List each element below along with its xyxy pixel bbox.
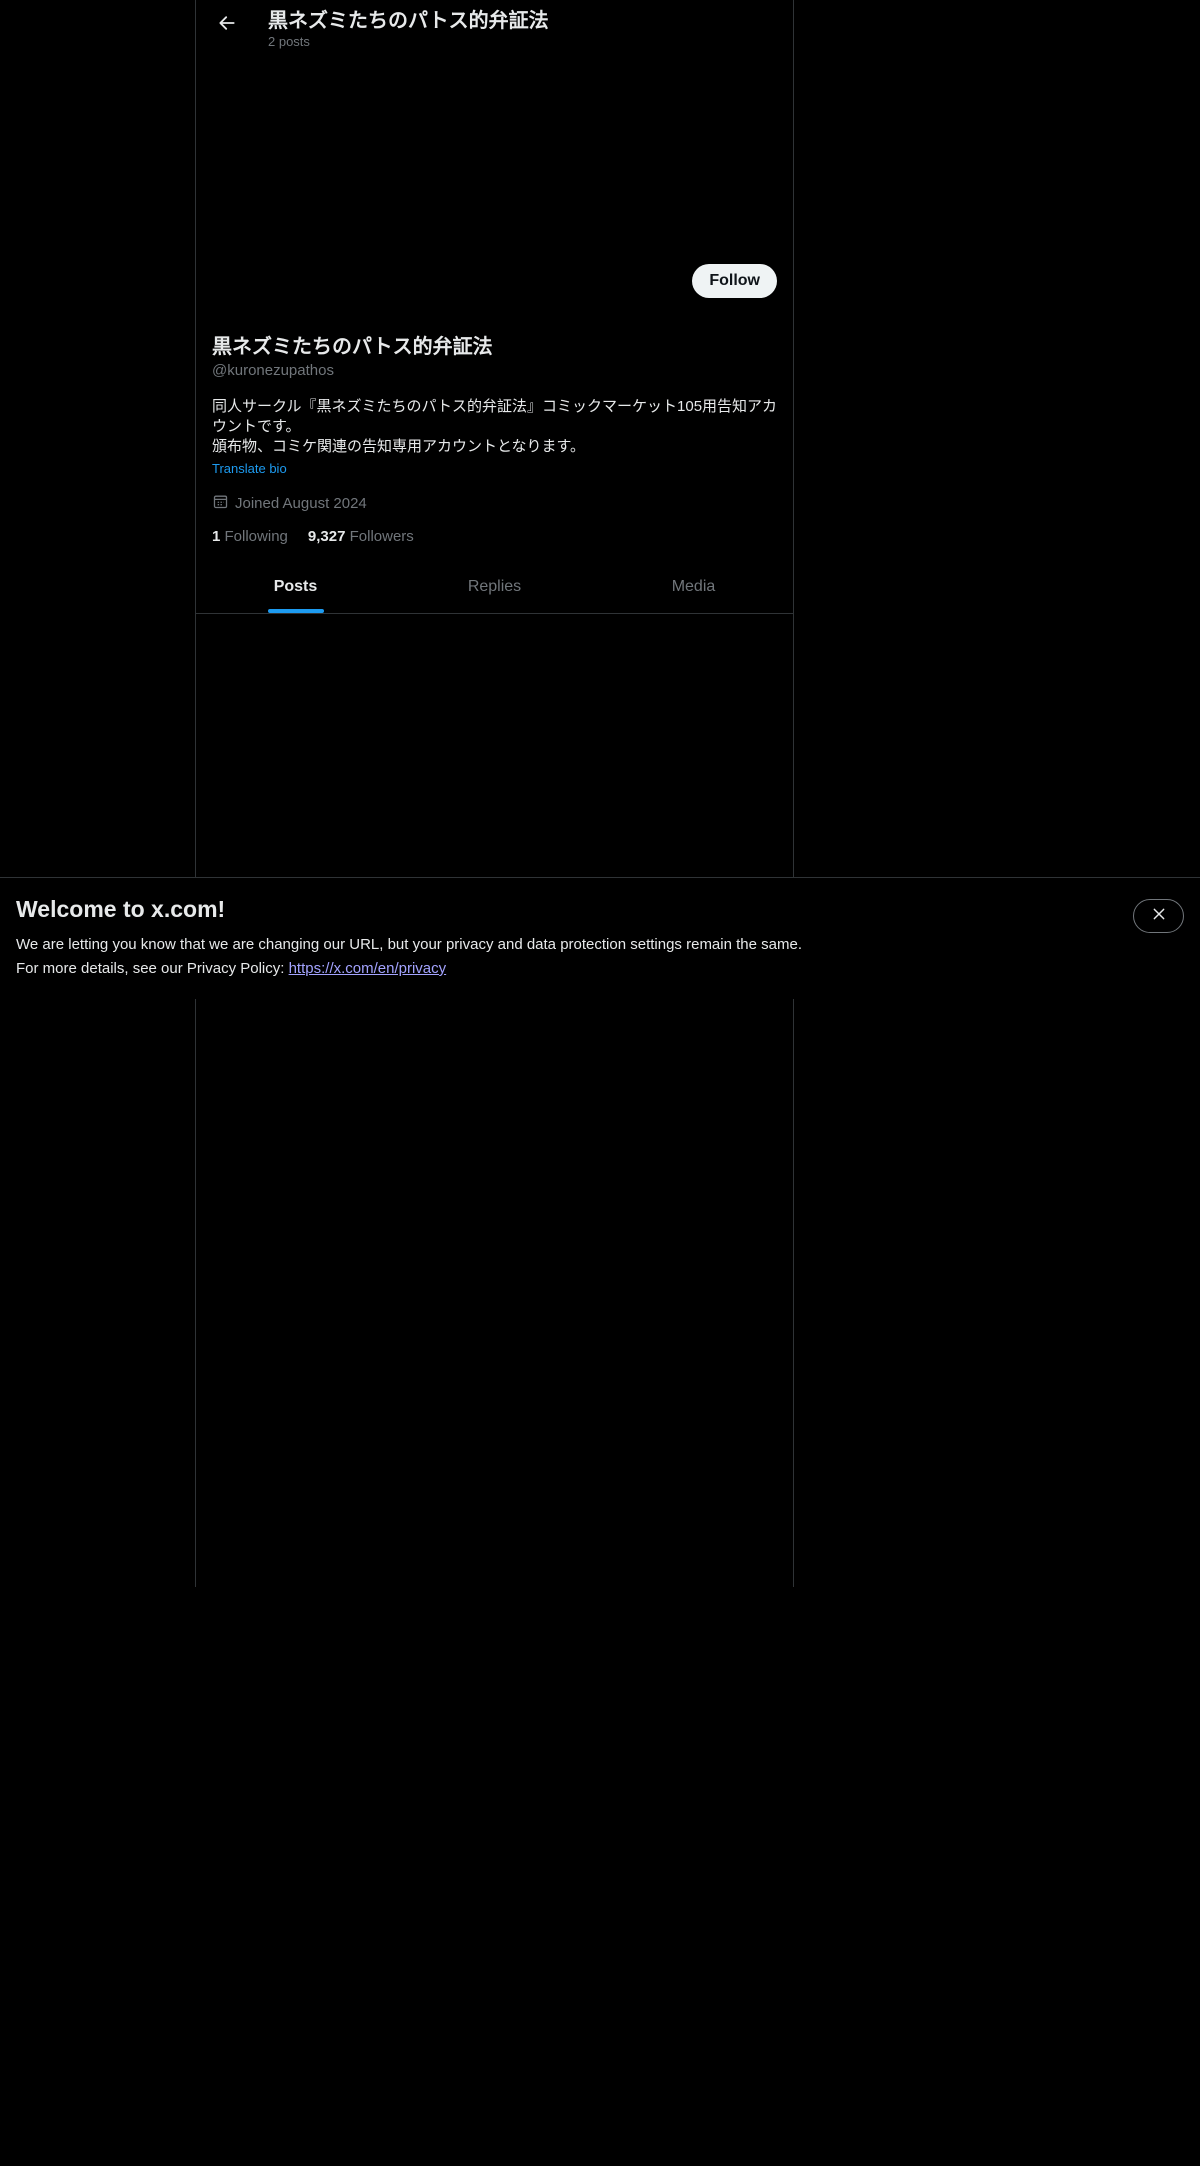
follow-stats: 1 Following 9,327 Followers — [212, 528, 782, 545]
notice-privacy-prefix: For more details, see our Privacy Policy… — [16, 960, 289, 977]
followers-label: Followers — [349, 528, 414, 545]
tab-posts[interactable]: Posts — [196, 560, 395, 613]
bio: 同人サークル『黒ネズミたちのパトス的弁証法』コミックマーケット105用告知アカウ… — [212, 397, 782, 479]
display-name: 黒ネズミたちのパトス的弁証法 — [212, 336, 493, 358]
tab-media[interactable]: Media — [594, 560, 793, 613]
tab-replies[interactable]: Replies — [395, 560, 594, 613]
url-change-notice: Welcome to x.com! We are letting you kno… — [0, 877, 1200, 999]
following-label: Following — [224, 528, 288, 545]
active-tab-indicator — [267, 609, 324, 613]
tab-label: Replies — [467, 577, 522, 595]
bio-line: 同人サークル『黒ネズミたちのパトス的弁証法』コミックマーケット105用告知アカウ… — [212, 398, 778, 435]
profile-banner — [196, 56, 793, 256]
tab-label: Posts — [273, 577, 318, 595]
profile-info: 黒ネズミたちのパトス的弁証法 @kuronezupathos 同人サークル『黒ネ… — [212, 333, 782, 545]
notice-text: We are letting you know that we are chan… — [16, 936, 802, 953]
profile-column: 黒ネズミたちのパトス的弁証法 2 posts Follow 黒ネズミたちのパトス… — [195, 0, 794, 1587]
joined-date: Joined August 2024 — [212, 493, 782, 514]
calendar-icon — [212, 493, 229, 514]
following-stat[interactable]: 1 Following — [212, 528, 288, 545]
top-bar: 黒ネズミたちのパトス的弁証法 2 posts — [196, 0, 793, 56]
translate-bio-link[interactable]: Translate bio — [212, 459, 287, 479]
notice-text-privacy: For more details, see our Privacy Policy… — [16, 960, 446, 977]
close-icon — [1151, 906, 1167, 927]
notice-title: Welcome to x.com! — [16, 896, 226, 922]
joined-text: Joined August 2024 — [235, 495, 367, 512]
followers-count: 9,327 — [307, 528, 346, 545]
profile-tabs: Posts Replies Media — [196, 560, 793, 614]
page: 黒ネズミたちのパトス的弁証法 2 posts Follow 黒ネズミたちのパトス… — [0, 0, 1200, 2166]
follow-button[interactable]: Follow — [692, 264, 777, 298]
bio-line: 頒布物、コミケ関連の告知専用アカウントとなります。 — [212, 438, 586, 455]
user-handle: @kuronezupathos — [212, 362, 334, 379]
tab-label: Media — [671, 577, 716, 595]
header-title: 黒ネズミたちのパトス的弁証法 — [268, 10, 549, 32]
back-button[interactable] — [210, 8, 244, 42]
followers-stat[interactable]: 9,327 Followers — [308, 528, 414, 545]
following-count: 1 — [212, 528, 221, 545]
posts-count: 2 posts — [268, 34, 310, 49]
privacy-policy-link[interactable]: https://x.com/en/privacy — [289, 960, 447, 977]
arrow-left-icon — [217, 13, 237, 38]
notice-close-button[interactable] — [1133, 899, 1184, 933]
